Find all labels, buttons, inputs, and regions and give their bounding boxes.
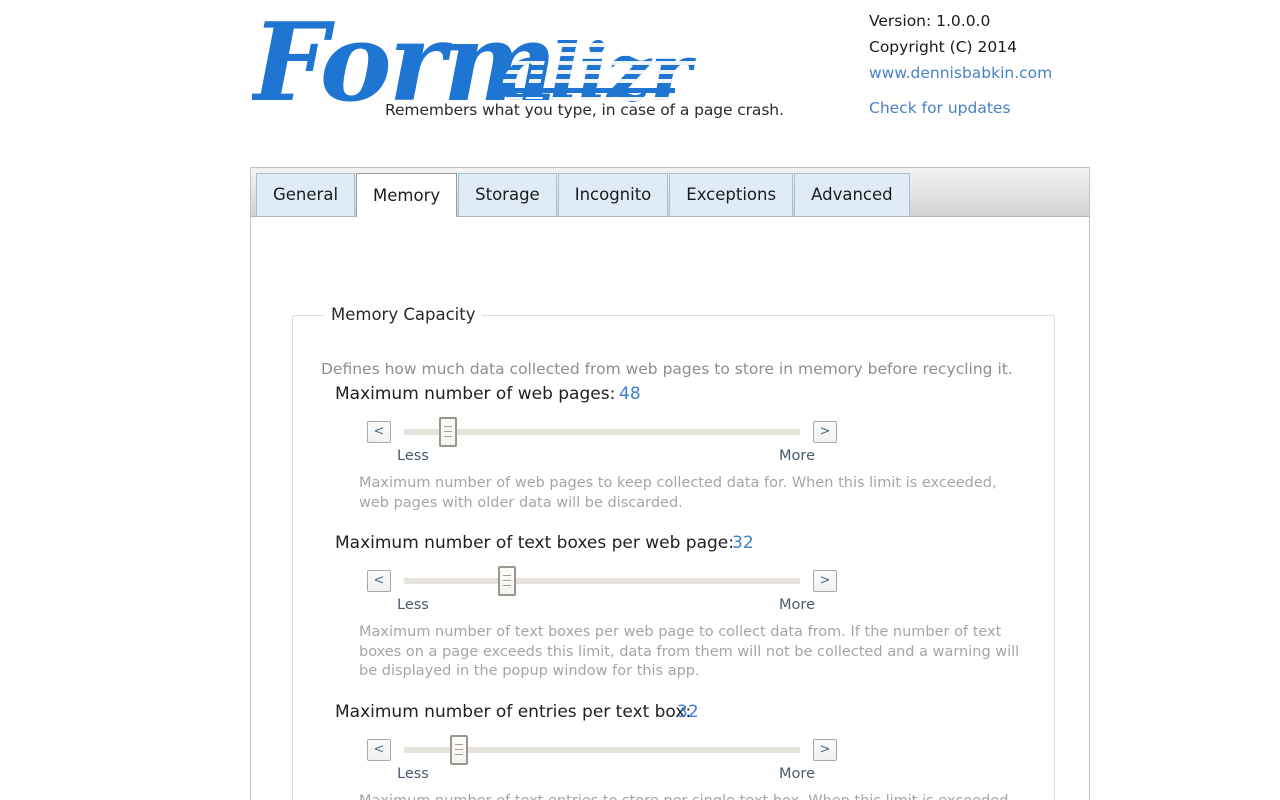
setting-slider[interactable]: < > Less More	[367, 565, 837, 615]
slider-increase-button[interactable]: >	[813, 570, 837, 592]
slider-decrease-button[interactable]: <	[367, 570, 391, 592]
groupbox-description: Defines how much data collected from web…	[321, 360, 1013, 378]
slider-decrease-button[interactable]: <	[367, 421, 391, 443]
setting-slider[interactable]: < > Less More	[367, 734, 837, 784]
tab-general[interactable]: General	[256, 173, 356, 216]
slider-thumb[interactable]	[450, 735, 469, 765]
formalizr-logo: Form alizr alizr	[252, 2, 722, 142]
slider-max-label: More	[779, 448, 815, 464]
tab-memory[interactable]: Memory	[356, 173, 458, 217]
tab-panel-memory: Memory Capacity Defines how much data co…	[251, 217, 1089, 800]
tab-bar: General Memory Storage Incognito Exceptions A…	[251, 168, 1089, 217]
slider-max-label: More	[779, 597, 815, 613]
slider-max-label: More	[779, 766, 815, 782]
setting-label: Maximum number of text boxes per web pag…	[335, 533, 734, 553]
tab-advanced[interactable]: Advanced	[794, 173, 910, 216]
slider-thumb[interactable]	[438, 417, 457, 447]
setting-slider[interactable]: < > Less More	[367, 416, 837, 466]
version-label: Version: 1.0.0.0	[869, 12, 991, 30]
website-link[interactable]: www.dennisbabkin.com	[869, 60, 1052, 86]
setting-value: 48	[619, 384, 641, 404]
groupbox-title: Memory Capacity	[324, 305, 483, 324]
page-header: Form alizr alizr Remembers what you type…	[0, 0, 1280, 155]
slider-increase-button[interactable]: >	[813, 421, 837, 443]
setting-description: Maximum number of web pages to keep coll…	[359, 475, 997, 511]
tab-incognito[interactable]: Incognito	[557, 173, 669, 216]
copyright-label: Copyright (C) 2014	[869, 38, 1017, 56]
settings-panel: General Memory Storage Incognito Exceptions A…	[250, 167, 1090, 800]
app-tagline: Remembers what you type, in case of a pa…	[385, 101, 784, 119]
tab-exceptions[interactable]: Exceptions	[669, 173, 794, 216]
slider-thumb[interactable]	[497, 566, 516, 596]
slider-decrease-button[interactable]: <	[367, 739, 391, 761]
slider-track[interactable]	[404, 566, 800, 596]
slider-track[interactable]	[404, 417, 800, 447]
setting-label: Maximum number of web pages:	[335, 384, 616, 404]
slider-track[interactable]	[404, 735, 800, 765]
setting-description: Maximum number of text boxes per web pag…	[359, 624, 1020, 679]
slider-min-label: Less	[397, 448, 429, 464]
setting-value: 32	[732, 533, 754, 553]
setting-description: Maximum number of text entries to store …	[359, 792, 1029, 800]
slider-min-label: Less	[397, 597, 429, 613]
slider-min-label: Less	[397, 766, 429, 782]
tab-storage[interactable]: Storage	[458, 173, 557, 216]
memory-capacity-groupbox: Memory Capacity Defines how much data co…	[292, 305, 1055, 800]
check-for-updates-link[interactable]: Check for updates	[869, 95, 1052, 121]
app-meta-info: Version: 1.0.0.0 Copyright (C) 2014 www.…	[869, 8, 1052, 121]
slider-increase-button[interactable]: >	[813, 739, 837, 761]
setting-value: 32	[677, 702, 699, 722]
setting-label: Maximum number of entries per text box:	[335, 702, 692, 722]
app-root: Form alizr alizr Remembers what you type…	[0, 0, 1280, 800]
